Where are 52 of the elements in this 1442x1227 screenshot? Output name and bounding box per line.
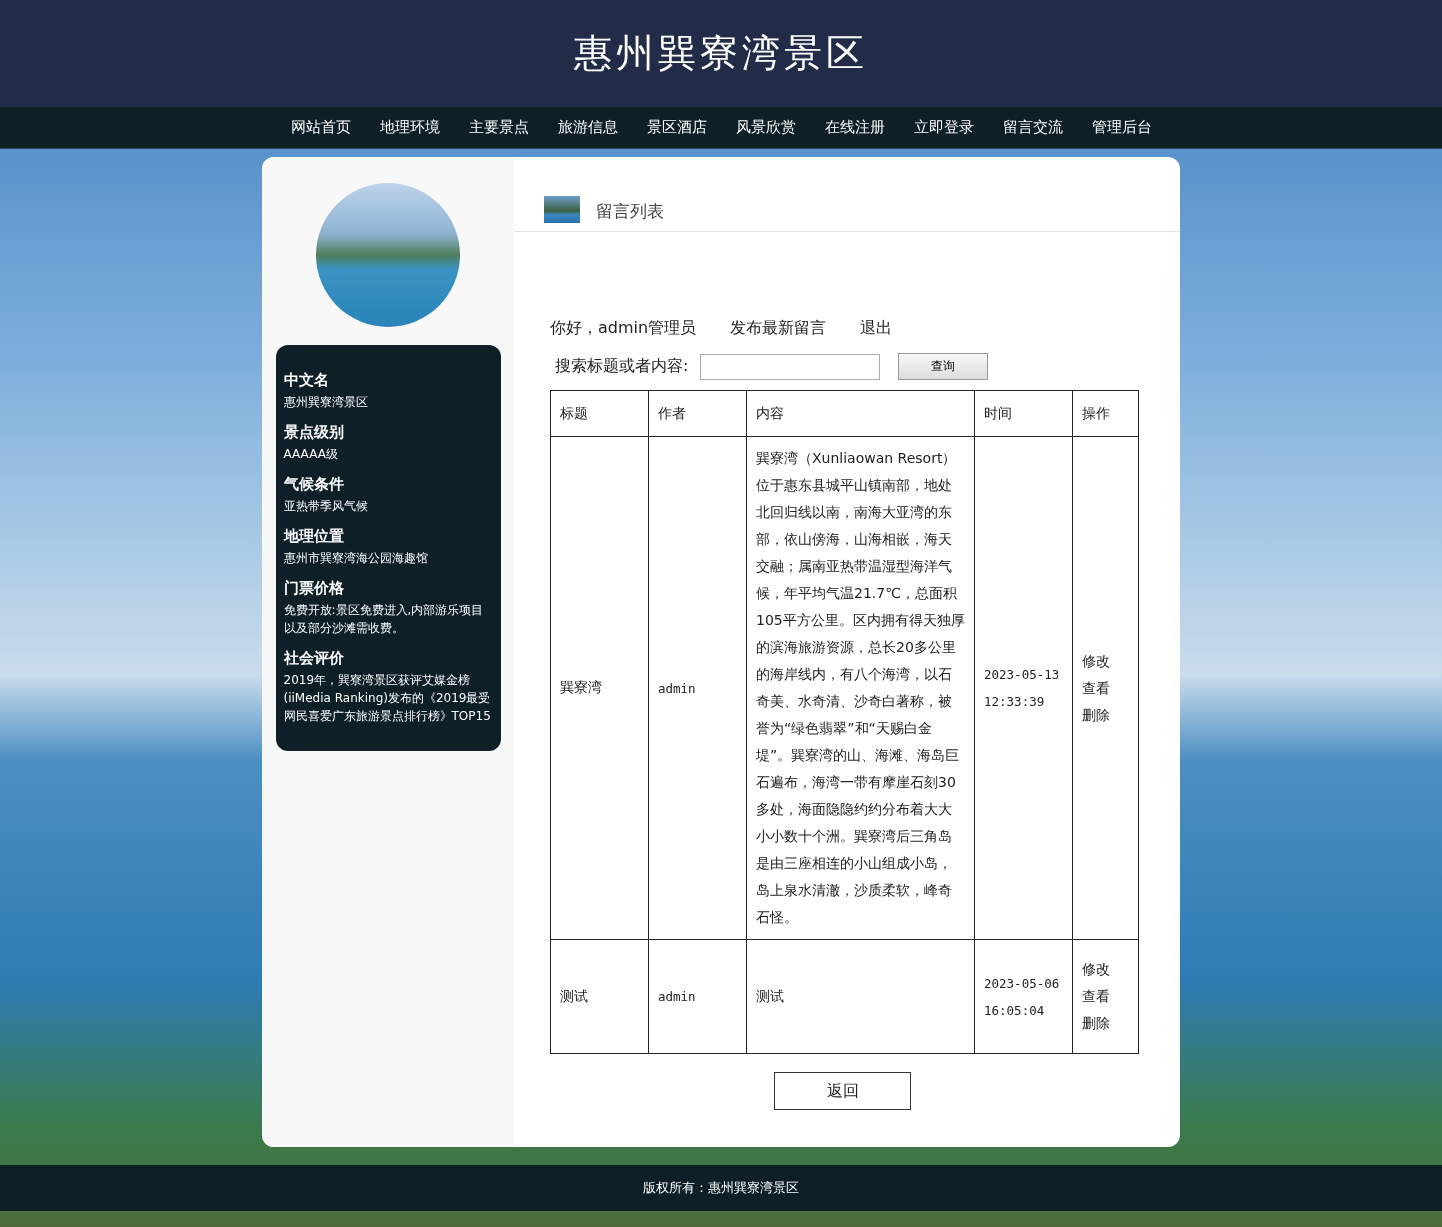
- column-header: 作者: [648, 390, 747, 437]
- info-heading: 气候条件: [283, 474, 345, 495]
- search-label: 搜索标题或者内容:: [555, 356, 689, 377]
- site-title: 惠州巽寮湾景区: [574, 30, 868, 77]
- info-heading: 门票价格: [283, 578, 345, 599]
- user-link[interactable]: 退出: [860, 318, 893, 339]
- action-link[interactable]: 删除: [1082, 1010, 1129, 1037]
- table-cell: 测试: [746, 939, 975, 1054]
- action-link[interactable]: 查看: [1082, 983, 1129, 1010]
- info-text: 亚热带季风气候: [283, 498, 369, 515]
- column-header: 标题: [550, 390, 649, 437]
- nav-link[interactable]: 景区酒店: [632, 118, 721, 137]
- column-header: 内容: [746, 390, 975, 437]
- nav-link[interactable]: 立即登录: [899, 118, 988, 137]
- action-link[interactable]: 查看: [1082, 674, 1129, 702]
- table-cell: 巽寮湾: [550, 436, 649, 940]
- search-field[interactable]: [700, 353, 881, 380]
- table-cell: admin: [648, 436, 747, 940]
- info-text: 惠州巽寮湾景区: [283, 394, 369, 411]
- nav-link[interactable]: 主要景点: [454, 118, 543, 137]
- nav-link[interactable]: 旅游信息: [543, 118, 632, 137]
- info-heading: 中文名: [283, 370, 330, 391]
- nav-link[interactable]: 留言交流: [988, 118, 1077, 137]
- nav-link[interactable]: 管理后台: [1077, 118, 1166, 137]
- nav-link[interactable]: 在线注册: [810, 118, 899, 137]
- copyright-text: 版权所有：惠州巽寮湾景区: [643, 1179, 799, 1197]
- action-link[interactable]: 删除: [1082, 701, 1129, 729]
- info-text: 免费开放:景区免费进入,内部游乐项目以及部分沙滩需收费。: [283, 602, 485, 637]
- info-text: AAAAA级: [283, 446, 339, 463]
- nav-link[interactable]: 地理环境: [365, 118, 454, 137]
- section-title: 留言列表: [596, 200, 664, 223]
- greeting-text: 你好，admin管理员: [550, 318, 697, 339]
- info-heading: 景点级别: [283, 422, 345, 443]
- photo-placeholder: [544, 196, 580, 223]
- table-cell: 2023-05-13 12:33:39: [974, 436, 1073, 940]
- column-header: 操作: [1072, 390, 1139, 437]
- column-header: 时间: [974, 390, 1073, 437]
- table-cell: 2023-05-06 16:05:04: [974, 939, 1073, 1054]
- info-text: 惠州市巽寮湾海公园海趣馆: [283, 550, 429, 567]
- table-cell: 测试: [550, 939, 649, 1054]
- table-cell: admin: [648, 939, 747, 1054]
- nav-link[interactable]: 网站首页: [276, 118, 365, 137]
- table-cell: 巽寮湾（Xunliaowan Resort）位于惠东县城平山镇南部，地处北回归线以南，南海大亚湾的东部，依山傍海，山海相嵌，海天交融；属南亚热带温湿型海洋气候，年平均气温21.7℃，总面积105平方公里。区内拥有得天独厚的滨海旅游资源，总长20多公里的海岸线内，有八个海湾，以石奇美、水奇清、沙奇白著称，被誉为“绿色翡翠”和“天赐白金堤”。巽寮湾的山、海滩、海岛巨石遍布，海湾一带有摩崖石刻30多处，海面隐隐约约分布着大大小小数十个洲。巽寮湾后三角岛是由三座相连的小山组成小岛，岛上泉水清澈，沙质柔软，峰奇石怪。: [746, 436, 975, 940]
- info-text: 2019年，巽寮湾景区获评艾媒金榜(iiMedia Ranking)发布的《2019最受网民喜爱广东旅游景点排行榜》TOP15: [283, 672, 492, 725]
- info-heading: 社会评价: [283, 648, 345, 669]
- search-button[interactable]: 查询: [898, 353, 989, 380]
- info-heading: 地理位置: [283, 526, 345, 547]
- nav-link[interactable]: 风景欣赏: [721, 118, 810, 137]
- back-button[interactable]: 返回: [774, 1072, 911, 1110]
- action-link[interactable]: 修改: [1082, 647, 1129, 675]
- user-link[interactable]: 发布最新留言: [730, 318, 827, 339]
- action-link[interactable]: 修改: [1082, 956, 1129, 983]
